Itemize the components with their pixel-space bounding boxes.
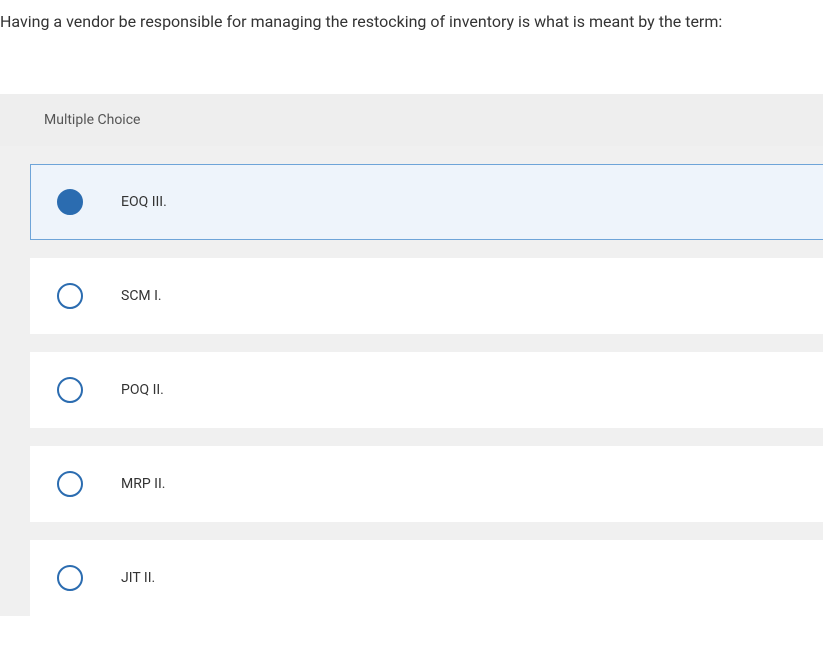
option-label: SCM I. [121, 288, 162, 304]
radio-icon [57, 283, 83, 309]
multiple-choice-container: Multiple Choice EOQ III. SCM I. POQ II. … [0, 94, 823, 616]
question-text: Having a vendor be responsible for manag… [0, 0, 823, 34]
option-scm-i[interactable]: SCM I. [30, 258, 823, 334]
option-poq-ii[interactable]: POQ II. [30, 352, 823, 428]
radio-icon [57, 471, 83, 497]
option-label: POQ II. [121, 382, 164, 398]
radio-icon [57, 565, 83, 591]
section-header: Multiple Choice [0, 94, 823, 146]
radio-icon [57, 189, 83, 215]
options-list: EOQ III. SCM I. POQ II. MRP II. JIT II. [0, 164, 823, 616]
option-label: MRP II. [121, 476, 165, 492]
option-mrp-ii[interactable]: MRP II. [30, 446, 823, 522]
option-eoq-iii[interactable]: EOQ III. [30, 164, 823, 240]
option-label: EOQ III. [121, 194, 167, 210]
option-label: JIT II. [121, 570, 155, 586]
option-jit-ii[interactable]: JIT II. [30, 540, 823, 616]
radio-icon [57, 377, 83, 403]
